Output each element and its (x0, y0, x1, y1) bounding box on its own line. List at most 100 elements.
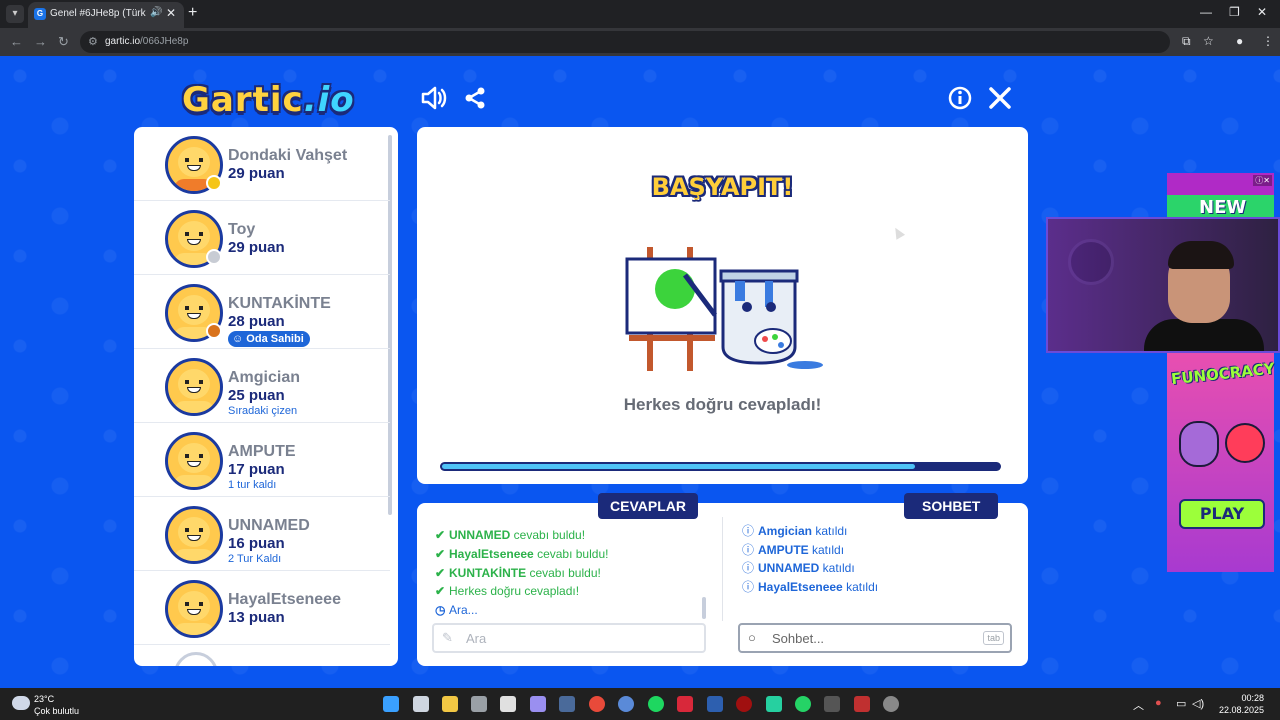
ad-character (1225, 423, 1265, 463)
answers-scrollbar[interactable] (702, 597, 706, 619)
chat-input[interactable]: ○ Sohbet... tab (738, 623, 1012, 653)
answer-line: ✔ KUNTAKİNTE cevabı buldu! (435, 566, 601, 580)
info-icon[interactable] (948, 86, 972, 116)
avatar (165, 358, 223, 416)
panel-divider (722, 517, 723, 621)
player-row[interactable]: KUNTAKİNTE 28 puan ☺ Oda Sahibi (134, 275, 390, 349)
empty-player-slot (174, 652, 218, 666)
chat-line: ⓘ AMPUTE katıldı (742, 543, 845, 557)
chrome-icon[interactable] (589, 696, 605, 712)
taskbar-app-icon[interactable] (618, 696, 634, 712)
game-area: Gartic.io Dondaki Vahşet 29 puan Toy 29 … (0, 56, 1280, 688)
volume-icon[interactable]: ◁) (1192, 697, 1204, 710)
steam-icon[interactable] (559, 696, 575, 712)
share-icon[interactable] (463, 86, 487, 116)
player-name: AMPUTE (228, 443, 296, 460)
taskbar-app-icon[interactable] (677, 696, 693, 712)
webcam-overlay (1046, 217, 1280, 353)
player-row[interactable]: UNNAMED 16 puan 2 Tur Kaldı (134, 497, 390, 571)
chat-line: ⓘ Amgician katıldı (742, 524, 848, 538)
tab-chat[interactable]: SOHBET (904, 493, 999, 519)
player-row[interactable]: Toy 29 puan (134, 201, 390, 275)
check-icon: ✔ (435, 584, 446, 598)
address-bar[interactable]: ⚙ gartic.io/066JHe8p (80, 31, 1170, 53)
room-owner-badge: ☺ Oda Sahibi (228, 331, 310, 347)
exit-icon[interactable] (988, 86, 1012, 116)
player-score: 29 puan (228, 239, 285, 256)
extension-icon[interactable]: ● (1236, 34, 1243, 48)
back-icon[interactable]: ← (10, 34, 23, 49)
taskbar-app-icon[interactable] (413, 696, 429, 712)
ad-play-button[interactable]: PLAY (1179, 499, 1265, 529)
answer-line: ✔ Herkes doğru cevapladı! (435, 584, 580, 598)
player-row[interactable]: Amgician 25 puan Sıradaki çizen (134, 349, 390, 423)
player-score: 28 puan (228, 313, 285, 330)
ad-choices-icon[interactable]: ⓘ✕ (1253, 175, 1272, 186)
players-panel: Dondaki Vahşet 29 puan Toy 29 puan KUNTA… (134, 127, 398, 666)
answer-line: ✔ UNNAMED cevabı buldu! (435, 528, 586, 542)
player-row[interactable]: Dondaki Vahşet 29 puan (134, 127, 390, 201)
pencil-icon: ✎ (442, 630, 453, 645)
tab-answers[interactable]: CEVAPLAR (598, 493, 698, 519)
taskbar-app-icon[interactable] (854, 696, 870, 712)
tab-search-button[interactable]: ▾ (6, 5, 24, 23)
search-icon: ○ (748, 630, 756, 645)
taskbar-app-icon[interactable] (707, 696, 723, 712)
file-explorer-icon[interactable] (442, 696, 458, 712)
answers-chat-panel: CEVAPLAR SOHBET ✔ UNNAMED cevabı buldu! ✔… (417, 493, 1028, 666)
taskbar-app-icon[interactable] (736, 696, 752, 712)
windows-taskbar: 23°C Çok bulutlu ︿ ● ▭ ◁) 00:28 22.08.20… (0, 688, 1280, 720)
player-name: HayalEtseneee (228, 591, 341, 608)
gartic-favicon-icon: G (34, 8, 46, 20)
player-name: UNNAMED (228, 517, 310, 534)
taskbar-app-icon[interactable] (824, 696, 840, 712)
browser-tab[interactable]: G Genel #6JHe8p (Türkçe) - G 🔊 ✕ (28, 2, 184, 28)
player-score: 16 puan (228, 535, 285, 552)
taskbar-app-icon[interactable] (766, 696, 782, 712)
tray-overflow-icon[interactable]: ︿ (1133, 697, 1144, 713)
network-icon[interactable]: ▭ (1176, 697, 1186, 710)
new-tab-button[interactable]: + (188, 4, 197, 22)
spotify-icon[interactable] (648, 696, 664, 712)
ad-character (1179, 421, 1219, 467)
player-row[interactable]: HayalEtseneee 13 puan (134, 571, 390, 645)
player-name: Toy (228, 221, 256, 238)
masterpiece-heading: BAŞYAPIT! (651, 173, 794, 201)
status-dot (206, 249, 222, 265)
player-row[interactable]: AMPUTE 17 puan 1 tur kaldı (134, 423, 390, 497)
player-status: 1 tur kaldı (228, 479, 277, 491)
player-score: 17 puan (228, 461, 285, 478)
whatsapp-icon[interactable] (795, 696, 811, 712)
player-status: Sıradaki çizen (228, 405, 298, 417)
mouse-cursor-icon (890, 225, 906, 240)
browser-menu-icon[interactable]: ⋮ (1262, 34, 1274, 48)
sound-icon[interactable] (421, 86, 447, 116)
ad-banner-funocracy[interactable]: FUNOCRACY PLAY (1167, 353, 1275, 572)
maximize-icon[interactable]: ❐ (1229, 5, 1240, 19)
gartic-logo: Gartic.io (182, 80, 355, 120)
ad-banner-new[interactable]: NEW ⓘ✕ (1167, 173, 1274, 218)
settings-icon[interactable] (883, 696, 899, 712)
bookmark-star-icon[interactable]: ☆ (1203, 34, 1214, 48)
minimize-icon[interactable]: — (1200, 5, 1212, 19)
status-dot (206, 323, 222, 339)
taskbar-clock[interactable]: 00:28 22.08.2025 (1219, 692, 1264, 716)
tab-close-icon[interactable]: ✕ (166, 6, 176, 20)
taskbar-app-icon[interactable] (530, 696, 546, 712)
avatar (165, 580, 223, 638)
microphone-icon[interactable]: ● (1155, 697, 1162, 709)
answer-input[interactable]: ✎ Ara (432, 623, 706, 653)
taskbar-app-icon[interactable] (471, 696, 487, 712)
cast-icon[interactable]: ⧉ (1182, 34, 1191, 49)
window-close-icon[interactable]: ✕ (1257, 5, 1267, 19)
player-name: Dondaki Vahşet (228, 147, 348, 164)
tab-audio-icon[interactable]: 🔊 (150, 7, 162, 18)
start-icon[interactable] (383, 696, 399, 712)
chat-line: ⓘ HayalEtseneee katıldı (742, 580, 879, 594)
site-info-icon[interactable]: ⚙ (88, 35, 98, 48)
forward-icon[interactable]: → (34, 34, 47, 49)
status-dot (206, 175, 222, 191)
taskbar-app-icon[interactable] (500, 696, 516, 712)
info-icon: ⓘ (742, 561, 755, 575)
reload-icon[interactable]: ↻ (58, 34, 69, 50)
